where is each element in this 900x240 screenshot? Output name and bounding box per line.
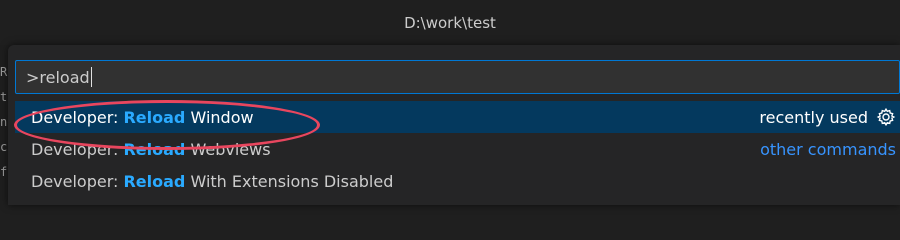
command-palette-input[interactable]: >reload [15,60,900,94]
gear-icon[interactable] [876,107,896,127]
editor-glyph: f [0,165,8,179]
command-item-reload-window[interactable]: Developer: Reload Window recently used [15,101,900,133]
editor-side-text: R t n c f [0,60,8,185]
editor-glyph: t [0,90,8,104]
window-title-bar: D:\work\test [0,0,900,45]
editor-glyph: c [0,140,8,154]
command-item-suffix: With Extensions Disabled [185,171,394,191]
editor-glyph: n [0,115,8,129]
command-item-detail: other commands [760,139,896,159]
command-item-detail: recently used [759,107,868,127]
command-item-match: Reload [123,107,186,127]
editor-glyph: R [0,65,8,79]
command-item-prefix: Developer: [31,139,124,159]
command-palette: >reload Developer: Reload Window recentl… [8,45,900,205]
command-item-reload-webviews[interactable]: Developer: Reload Webviews other command… [15,133,900,165]
command-list: Developer: Reload Window recently used D… [15,101,900,197]
command-item-match: Reload [123,171,186,191]
command-item-match: Reload [123,139,186,159]
command-item-detail-group: recently used [759,101,896,133]
command-item-prefix: Developer: [31,171,124,191]
command-item-suffix: Window [185,107,254,127]
command-item-suffix: Webviews [185,139,271,159]
command-item-prefix: Developer: [31,107,124,127]
command-item-reload-extensions-disabled[interactable]: Developer: Reload With Extensions Disabl… [15,165,900,197]
command-item-detail-group: other commands [760,133,896,165]
command-palette-input-text: >reload [26,67,90,87]
text-caret [90,67,92,87]
window-title: D:\work\test [404,13,496,32]
